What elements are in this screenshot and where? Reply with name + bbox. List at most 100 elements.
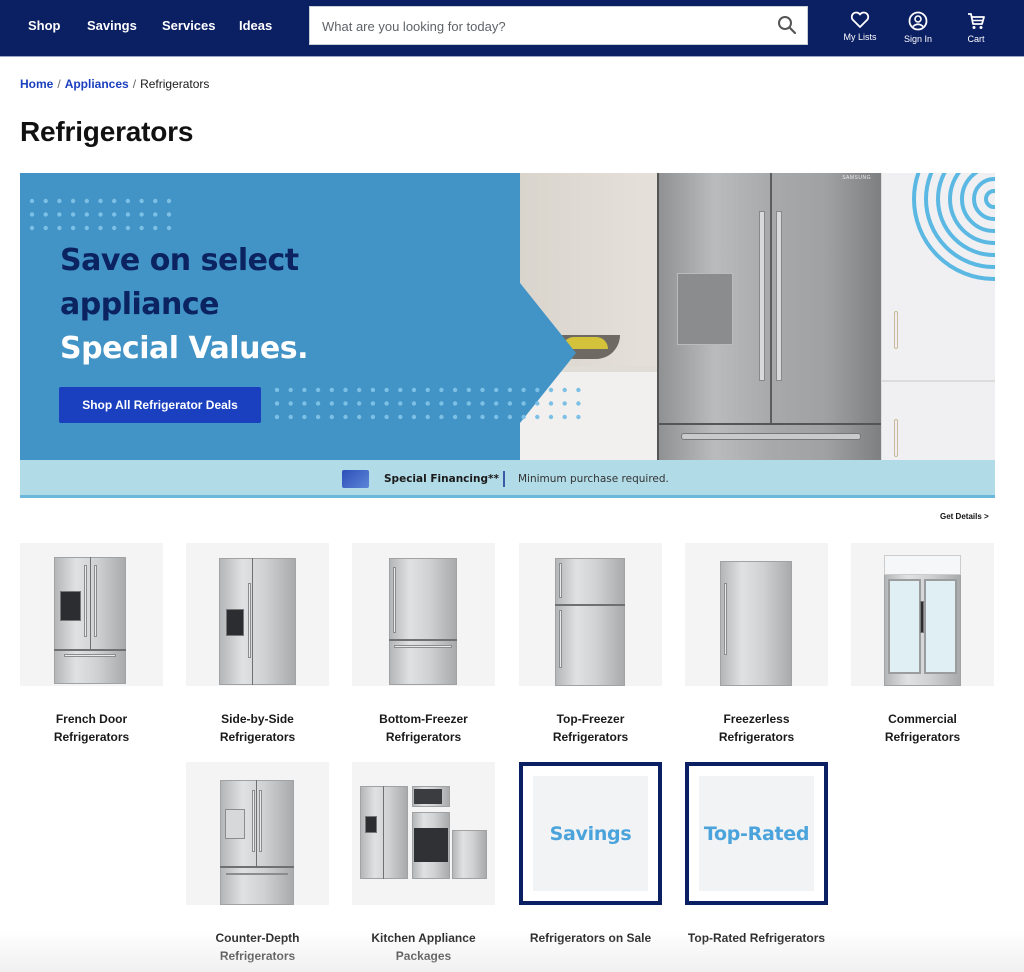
category-label: Side-by-Side Refrigerators — [186, 710, 329, 746]
promo-tile-word: Top-Rated — [703, 822, 810, 845]
category-tile-side-by-side[interactable]: Side-by-Side Refrigerators — [186, 543, 329, 746]
decor-dot — [57, 198, 62, 204]
decor-dot — [274, 414, 280, 420]
search-icon — [778, 16, 797, 35]
category-tile-bottom-freezer[interactable]: Bottom-Freezer Refrigerators — [352, 543, 495, 746]
decor-dot — [70, 225, 76, 231]
cart-button[interactable]: Cart — [951, 11, 1001, 44]
category-label: Freezerless Refrigerators — [685, 710, 828, 746]
decor-dot — [166, 198, 172, 204]
sign-in-button[interactable]: Sign In — [893, 11, 943, 44]
shop-all-deals-button[interactable]: Shop All Refrigerator Deals — [59, 387, 261, 423]
category-label-line-2: Refrigerators — [552, 730, 629, 744]
sign-in-label: Sign In — [903, 34, 933, 44]
category-tile-counter-depth[interactable]: Counter-Depth Refrigerators — [186, 762, 329, 965]
search-input[interactable] — [322, 16, 762, 36]
decor-dot — [384, 387, 389, 393]
decor-dot — [70, 198, 76, 204]
decor-dot — [398, 401, 403, 406]
cart-icon — [968, 13, 985, 29]
decor-dot — [29, 198, 35, 204]
concentric-rings-decoration — [912, 173, 995, 281]
decor-dot — [302, 414, 307, 420]
decor-dot — [425, 414, 430, 420]
decor-dot — [329, 401, 334, 406]
decor-dot — [466, 414, 471, 420]
search-box — [309, 6, 808, 45]
category-label-line-1: Refrigerators on Sale — [529, 931, 652, 945]
decor-dot — [274, 401, 280, 406]
decor-dot — [562, 387, 567, 393]
decor-dot — [98, 225, 103, 231]
nav-services[interactable]: Services — [162, 18, 216, 33]
category-label: Top-Freezer Refrigerators — [519, 710, 662, 746]
category-tile-top-freezer[interactable]: Top-Freezer Refrigerators — [519, 543, 662, 746]
decor-dot — [562, 401, 567, 406]
decor-dot — [357, 401, 362, 406]
decor-dot — [384, 401, 389, 406]
decor-dot — [153, 198, 158, 204]
category-label-line-2: Refrigerators — [53, 730, 130, 744]
decor-dot — [302, 387, 307, 393]
category-tile-promo-9[interactable]: Top-Rated Top-Rated Refrigerators — [685, 762, 828, 947]
decor-dot — [521, 401, 526, 406]
nav-savings[interactable]: Savings — [87, 18, 137, 33]
decor-dot — [166, 225, 172, 231]
decor-dot — [288, 414, 293, 420]
decor-dot — [398, 414, 403, 420]
decor-dot — [452, 401, 458, 406]
decor-dot — [370, 414, 376, 420]
breadcrumb-appliances[interactable]: Appliances — [65, 77, 129, 91]
my-lists-button[interactable]: My Lists — [835, 11, 885, 42]
get-details-link[interactable]: Get Details > — [940, 512, 989, 521]
decor-dot — [57, 212, 62, 217]
category-tile-promo-8[interactable]: Savings Refrigerators on Sale — [519, 762, 662, 947]
category-label-line-1: Commercial — [888, 712, 957, 726]
top-navigation-bar: Shop Savings Services Ideas My Lists Sig… — [0, 0, 1024, 57]
decor-dot — [411, 414, 417, 420]
category-tile-freezerless[interactable]: Freezerless Refrigerators — [685, 543, 828, 746]
decor-dot — [357, 414, 362, 420]
category-label: Top-Rated Refrigerators — [685, 929, 828, 947]
financing-note: Minimum purchase required. — [518, 473, 669, 485]
breadcrumb: Home / Appliances / Refrigerators — [20, 77, 209, 91]
category-label: Counter-Depth Refrigerators — [186, 929, 329, 965]
breadcrumb-home[interactable]: Home — [20, 77, 53, 91]
decor-dot — [370, 387, 376, 393]
decor-dot — [153, 225, 158, 231]
search-button[interactable] — [777, 15, 799, 37]
decor-dot — [288, 387, 293, 393]
decor-dot — [384, 414, 389, 420]
category-tile-packages[interactable]: Kitchen Appliance Packages — [352, 762, 495, 965]
decor-dot — [370, 401, 376, 406]
promo-tile-word: Savings — [549, 822, 632, 845]
category-label: Bottom-Freezer Refrigerators — [352, 710, 495, 746]
page-title: Refrigerators — [20, 116, 194, 147]
nav-ideas[interactable]: Ideas — [239, 18, 272, 33]
decor-dot — [452, 387, 458, 393]
decor-dot — [494, 387, 499, 393]
decor-dot — [439, 401, 444, 406]
decor-dot — [466, 387, 471, 393]
decor-dot — [43, 198, 48, 204]
category-tile-commercial[interactable]: Commercial Refrigerators — [851, 543, 994, 746]
decor-dot — [84, 225, 89, 231]
category-tile-french-door[interactable]: French Door Refrigerators — [20, 543, 163, 746]
decor-dot — [439, 387, 444, 393]
headline-line-3: Special Values. — [60, 331, 309, 366]
financing-strip[interactable]: Special Financing** Minimum purchase req… — [20, 460, 995, 498]
category-image — [186, 762, 329, 905]
dot-pattern-bottom — [274, 387, 581, 420]
category-image — [20, 543, 163, 686]
decor-dot — [507, 387, 513, 393]
decor-dot — [125, 212, 131, 217]
decor-dot — [357, 387, 362, 393]
decor-dot — [112, 225, 117, 231]
decor-dot — [576, 401, 581, 406]
nav-shop[interactable]: Shop — [28, 18, 61, 33]
promo-banner[interactable]: SAMSUNG Save on select appliance Special… — [20, 173, 995, 460]
decor-dot — [576, 414, 581, 420]
promo-tile-image: Top-Rated — [685, 762, 828, 905]
category-label-line-1: Counter-Depth — [215, 931, 300, 945]
category-label-line-2: Packages — [395, 949, 452, 963]
